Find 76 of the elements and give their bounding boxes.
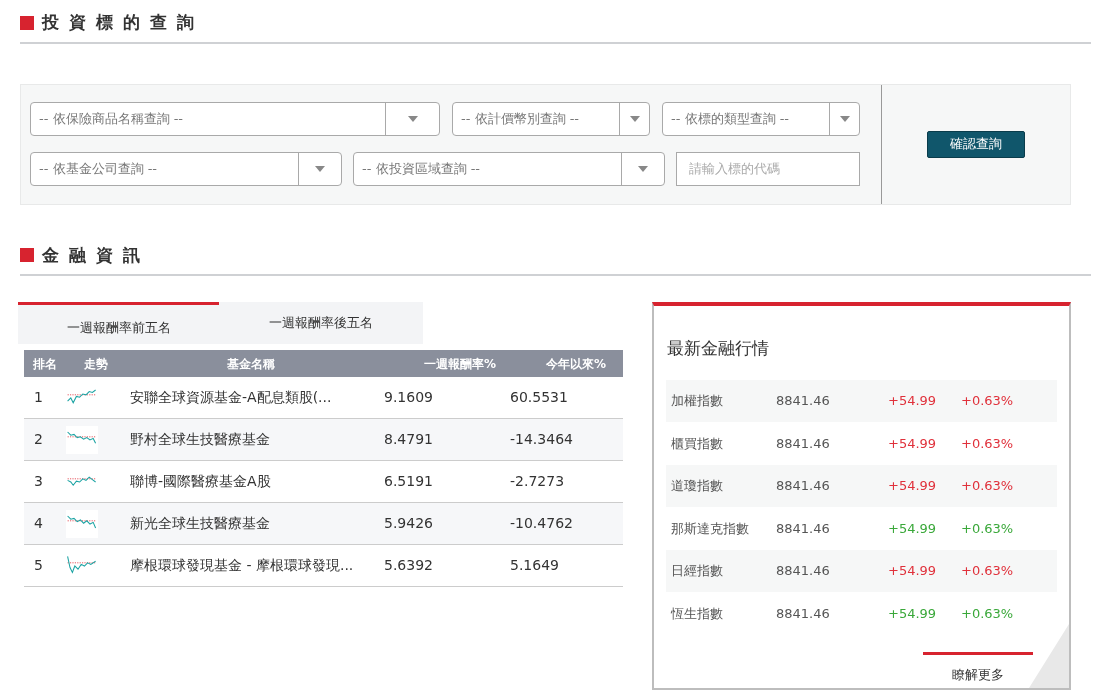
table-cell-text: 摩根環球發現基金 - 摩根環球發現... — [129, 556, 355, 575]
section-marker-icon — [20, 15, 34, 30]
more-link[interactable]: 瞭解更多 — [923, 651, 1033, 684]
index-value: 8841.46 — [776, 562, 831, 580]
column-header: 基金名稱 — [226, 355, 276, 373]
table-cell-text: 5 — [33, 556, 44, 575]
index-value: 8841.46 — [776, 604, 831, 623]
index-name: 恆生指數 — [670, 604, 724, 623]
sparkline-chart — [66, 425, 98, 454]
table-cell-text: 新光全球生技醫療基金 — [129, 514, 271, 533]
index-change: +54.99 — [888, 392, 938, 410]
section-title: 投 資 標 的 查 詢 — [42, 11, 196, 34]
code-input-field[interactable]: 請輸入標的代碼 — [676, 151, 860, 186]
dropdown-select[interactable]: -- 依標的類型查詢 -- — [662, 101, 860, 136]
index-change: +54.99 — [888, 604, 938, 623]
table-cell-text: 安聯全球資源基金-A配息類股(... — [129, 388, 333, 407]
table-cell-text: -14.3464 — [510, 430, 574, 449]
column-header: 今年以來% — [544, 355, 606, 373]
index-change: +54.99 — [888, 519, 938, 538]
table-cell-text: 3 — [33, 472, 44, 491]
column-header: 走勢 — [83, 355, 109, 373]
caret-icon — [638, 165, 648, 172]
select-placeholder: -- 依基金公司查詢 -- — [38, 159, 159, 178]
submit-button[interactable]: 確認查詢 — [927, 130, 1025, 158]
caret-icon — [407, 115, 418, 122]
caret-icon — [839, 115, 850, 122]
index-percent: +0.63% — [961, 604, 1015, 623]
card-title: 最新金融行情 — [667, 337, 770, 360]
index-value: 8841.46 — [776, 392, 831, 410]
tab[interactable]: 一週報酬率後五名 — [219, 302, 423, 344]
column-header: 一週報酬率% — [422, 355, 496, 373]
index-percent: +0.63% — [961, 562, 1015, 580]
select-placeholder: -- 依標的類型查詢 -- — [670, 109, 791, 128]
table-cell-text: -10.4762 — [510, 514, 574, 533]
select-placeholder: -- 依計價幣別查詢 -- — [460, 109, 581, 128]
index-name: 道瓊指數 — [670, 477, 724, 495]
index-change: +54.99 — [888, 562, 938, 580]
section-title: 金 融 資 訊 — [42, 243, 142, 267]
index-value: 8841.46 — [776, 434, 831, 453]
dropdown-select[interactable]: -- 依基金公司查詢 -- — [30, 151, 342, 186]
index-change: +54.99 — [888, 434, 938, 453]
table-cell-text: 1 — [33, 388, 44, 407]
index-percent: +0.63% — [961, 392, 1015, 410]
caret-icon — [315, 165, 325, 172]
column-header: 排名 — [32, 355, 58, 373]
table-cell-text: -2.7273 — [510, 472, 566, 491]
index-name: 那斯達克指數 — [670, 519, 750, 538]
table-cell-text: 4 — [33, 514, 44, 533]
index-percent: +0.63% — [961, 519, 1015, 538]
table-cell-text: 野村全球生技醫療基金 — [129, 430, 271, 449]
index-change: +54.99 — [888, 477, 938, 495]
sparkline-chart — [66, 509, 98, 538]
index-percent: +0.63% — [961, 477, 1015, 495]
table-cell-text: 9.1609 — [384, 388, 434, 407]
table-cell-text: 2 — [33, 430, 44, 449]
caret-icon — [629, 115, 640, 122]
dropdown-select[interactable]: -- 依保險商品名稱查詢 -- — [30, 101, 440, 136]
table-cell-text: 5.9426 — [384, 514, 434, 533]
table-cell-text: 5.6392 — [384, 556, 434, 575]
table-cell-text: 8.4791 — [384, 430, 434, 449]
index-value: 8841.46 — [776, 519, 831, 538]
index-name: 櫃買指數 — [670, 434, 724, 453]
index-name: 加權指數 — [670, 392, 724, 410]
dropdown-select[interactable]: -- 依投資區域查詢 -- — [353, 151, 665, 186]
table-cell-text: 聯博-國際醫療基金A股 — [129, 472, 272, 491]
index-name: 日經指數 — [670, 562, 724, 580]
select-placeholder: -- 依投資區域查詢 -- — [361, 159, 482, 178]
tab[interactable]: 一週報酬率前五名 — [18, 302, 219, 344]
table-cell-text: 60.5531 — [510, 388, 569, 407]
select-placeholder: -- 依保險商品名稱查詢 -- — [38, 109, 185, 128]
table-cell-text: 5.1649 — [510, 556, 560, 575]
index-percent: +0.63% — [961, 434, 1015, 453]
dropdown-select[interactable]: -- 依計價幣別查詢 -- — [452, 101, 650, 136]
index-value: 8841.46 — [776, 477, 831, 495]
section-marker-icon — [20, 248, 34, 263]
table-cell-text: 6.5191 — [384, 472, 434, 491]
